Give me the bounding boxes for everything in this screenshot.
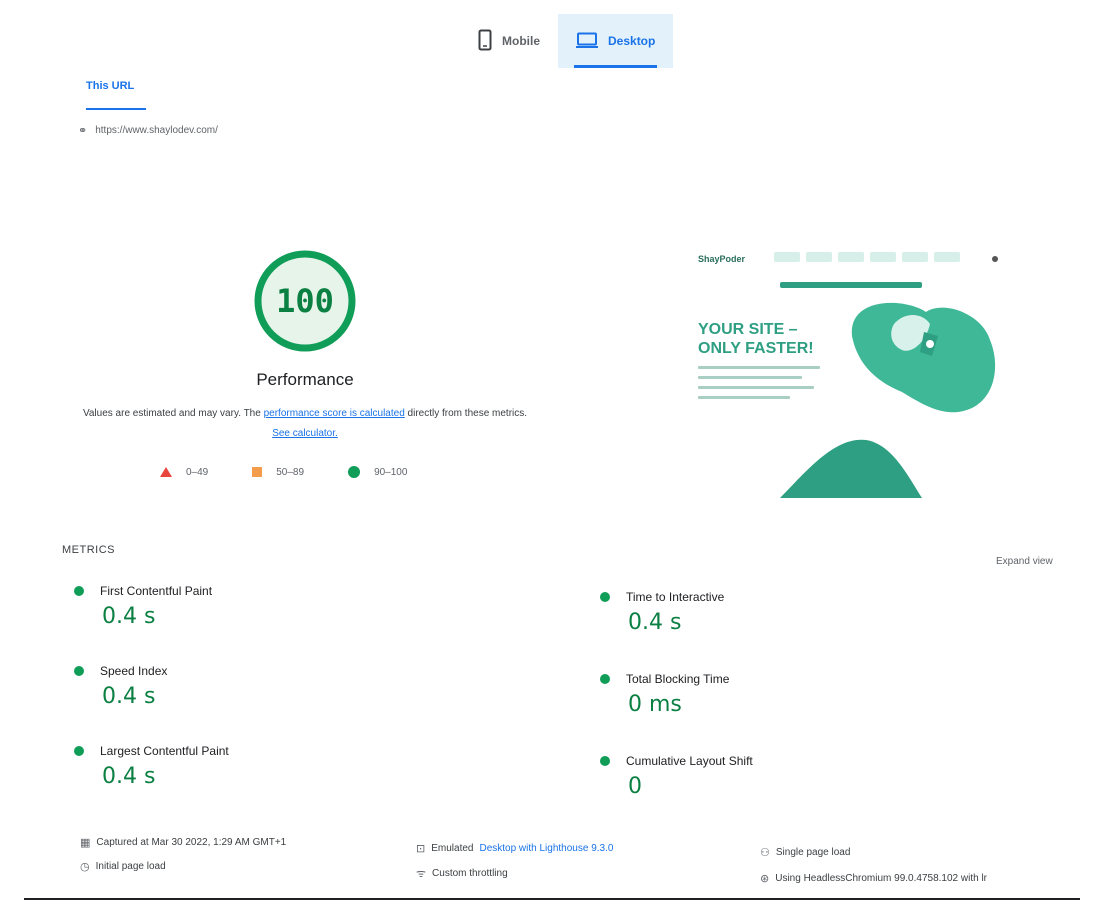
mobile-icon xyxy=(478,29,492,54)
metric-first-contentful-paint[interactable]: First Contentful Paint 0.4 s xyxy=(74,584,212,629)
metric-label: Cumulative Layout Shift xyxy=(626,754,753,768)
desc-mid: directly from these metrics. xyxy=(404,408,528,419)
metric-speed-index[interactable]: Speed Index 0.4 s xyxy=(74,664,167,709)
circle-icon xyxy=(348,466,361,478)
tab-mobile-label: Mobile xyxy=(502,34,540,48)
legend-pass: 90–100 xyxy=(348,466,407,478)
emulated-prefix: Emulated xyxy=(431,843,474,854)
performance-label: Performance xyxy=(256,370,354,389)
calendar-icon: ▦ xyxy=(80,837,91,849)
score-calculated-link[interactable]: performance score is calculated xyxy=(264,408,405,419)
single-page-load-text: Single page load xyxy=(775,847,851,858)
url-row: ⚭ https://www.shaylodev.com/ xyxy=(78,124,218,137)
timer-icon: ◷ xyxy=(80,861,90,873)
metric-value: 0.4 s xyxy=(102,684,156,709)
initial-page-load: ◷ Initial page load xyxy=(80,860,166,873)
throttling-text: Custom throttling xyxy=(432,868,508,879)
metric-value: 0.4 s xyxy=(102,604,156,629)
desktop-icon xyxy=(576,32,598,51)
single-page-load: ⚇ Single page load xyxy=(760,846,850,859)
tab-this-url[interactable]: This URL xyxy=(86,80,134,92)
browser-icon: ⊛ xyxy=(760,873,770,885)
lighthouse-version-link[interactable]: Desktop with Lighthouse 9.3.0 xyxy=(479,843,613,854)
pass-indicator-icon xyxy=(74,586,84,596)
people-icon: ⚇ xyxy=(760,847,770,859)
performance-gauge[interactable]: 100 xyxy=(250,246,360,356)
tab-desktop-label: Desktop xyxy=(608,34,656,48)
bottom-divider xyxy=(24,898,1080,900)
metric-label: Speed Index xyxy=(100,664,168,678)
device-icon: ⊡ xyxy=(416,843,426,855)
wifi-icon: ᯤ xyxy=(416,868,427,880)
metric-value: 0.4 s xyxy=(628,610,682,635)
square-icon xyxy=(252,467,263,477)
metric-total-blocking-time[interactable]: Total Blocking Time 0 ms xyxy=(600,672,729,717)
metric-label: Largest Contentful Paint xyxy=(100,744,229,758)
metrics-heading: METRICS xyxy=(62,544,115,556)
metric-label: Time to Interactive xyxy=(626,590,725,604)
pass-indicator-icon xyxy=(600,756,610,766)
metric-value: 0.4 s xyxy=(102,764,156,789)
legend-fail-label: 0–49 xyxy=(186,466,209,478)
expand-view-button[interactable]: Expand view xyxy=(996,556,1053,567)
emulated-device: ⊡ Emulated Desktop with Lighthouse 9.3.0 xyxy=(416,842,613,855)
metric-cumulative-layout-shift[interactable]: Cumulative Layout Shift 0 xyxy=(600,754,753,799)
triangle-icon xyxy=(160,467,172,477)
preview-illustration xyxy=(780,302,996,498)
legend-average: 50–89 xyxy=(252,467,304,478)
performance-score: 100 xyxy=(276,282,334,320)
legend-fail: 0–49 xyxy=(160,467,208,478)
device-tabs: Mobile Desktop xyxy=(460,14,674,68)
tab-mobile[interactable]: Mobile xyxy=(460,14,558,68)
metric-largest-contentful-paint[interactable]: Largest Contentful Paint 0.4 s xyxy=(74,744,229,789)
pass-indicator-icon xyxy=(600,674,610,684)
legend-average-label: 50–89 xyxy=(276,466,305,478)
metric-label: Total Blocking Time xyxy=(626,672,730,686)
metric-value: 0 xyxy=(628,774,642,799)
link-icon: ⚭ xyxy=(78,125,88,137)
final-screenshot[interactable]: ShayPoder YOUR SITE – ONLY FASTER! xyxy=(676,236,1012,506)
browser-text: Using HeadlessChromium 99.0.4758.102 wit… xyxy=(775,873,987,884)
see-calculator-link[interactable]: See calculator. xyxy=(272,428,338,439)
captured-at-text: Captured at Mar 30 2022, 1:29 AM GMT+1 xyxy=(96,837,287,848)
pass-indicator-icon xyxy=(74,666,84,676)
tab-desktop[interactable]: Desktop xyxy=(558,14,674,68)
performance-description: Values are estimated and may vary. The p… xyxy=(82,404,528,444)
pass-indicator-icon xyxy=(74,746,84,756)
metric-time-to-interactive[interactable]: Time to Interactive 0.4 s xyxy=(600,590,724,635)
desc-prefix: Values are estimated and may vary. The xyxy=(82,408,264,419)
browser-info: ⊛ Using HeadlessChromium 99.0.4758.102 w… xyxy=(760,872,987,885)
captured-at: ▦ Captured at Mar 30 2022, 1:29 AM GMT+1 xyxy=(80,836,286,849)
pass-indicator-icon xyxy=(600,592,610,602)
metric-value: 0 ms xyxy=(628,692,682,717)
throttling-info: ᯤ Custom throttling xyxy=(416,866,508,881)
metric-label: First Contentful Paint xyxy=(100,584,213,598)
url-text: https://www.shaylodev.com/ xyxy=(95,125,218,136)
tab-this-url-underline xyxy=(86,108,146,110)
legend-pass-label: 90–100 xyxy=(374,466,408,478)
initial-page-load-text: Initial page load xyxy=(95,861,166,872)
score-legend: 0–49 50–89 90–100 xyxy=(160,466,407,478)
